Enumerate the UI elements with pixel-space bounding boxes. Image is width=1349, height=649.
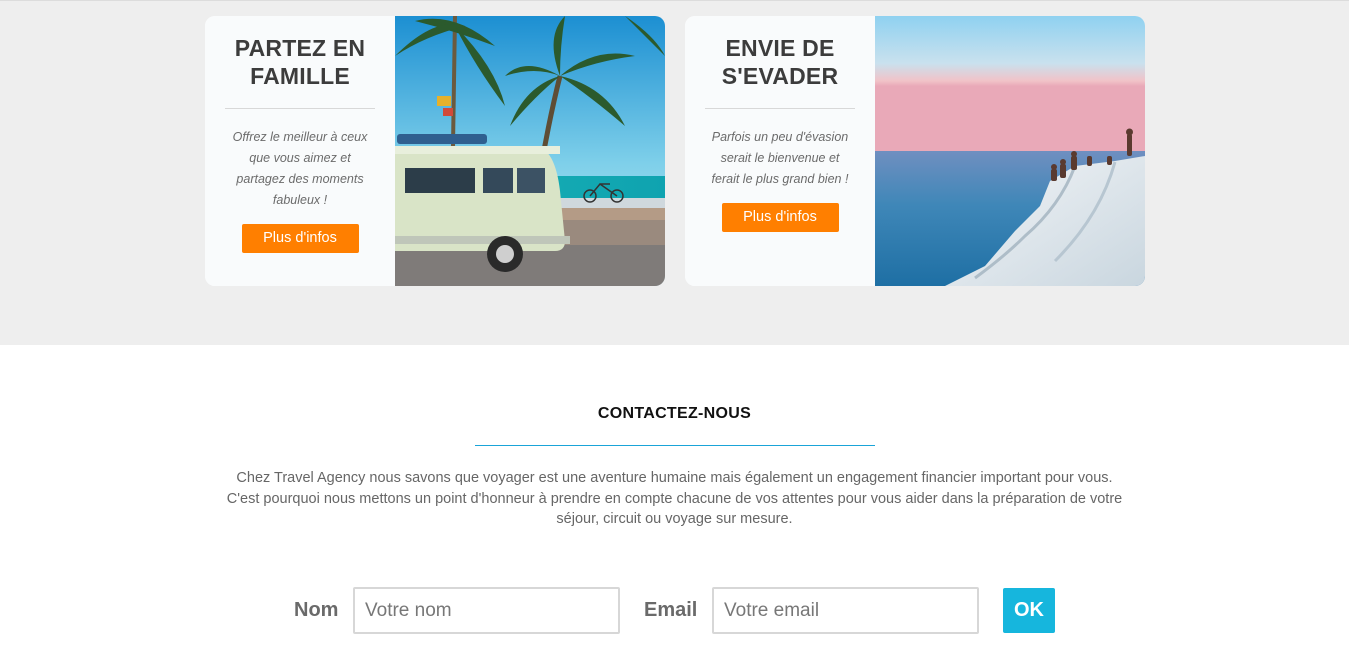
- sea-cliff-photo: [875, 16, 1145, 286]
- email-input[interactable]: [712, 587, 979, 634]
- card-desc-line: ferait le plus grand bien !: [711, 172, 849, 186]
- card-desc-line: partagez des moments: [236, 172, 364, 186]
- beach-van-photo: [395, 16, 665, 286]
- card-desc-line: que vous aimez et: [249, 151, 351, 165]
- card-escape: ENVIE DE S'EVADER Parfois un peu d'évasi…: [685, 16, 1145, 286]
- card-title: ENVIE DE S'EVADER: [705, 34, 855, 90]
- submit-button[interactable]: OK: [1003, 588, 1055, 633]
- promo-band: PARTEZ EN FAMILLE Offrez le meilleur à c…: [0, 0, 1349, 345]
- name-input[interactable]: [353, 587, 620, 634]
- card-desc-line: Parfois un peu d'évasion: [711, 130, 849, 144]
- card-title-line: PARTEZ EN: [234, 35, 366, 61]
- card-text-panel: PARTEZ EN FAMILLE Offrez le meilleur à c…: [205, 16, 395, 286]
- card-text-panel: ENVIE DE S'EVADER Parfois un peu d'évasi…: [685, 16, 875, 286]
- card-description: Parfois un peu d'évasion serait le bienv…: [705, 127, 855, 190]
- card-title-line: ENVIE DE: [725, 35, 835, 61]
- contact-text-line: Chez Travel Agency nous savons que voyag…: [236, 470, 1113, 486]
- card-desc-line: Offrez le meilleur à ceux: [232, 130, 368, 144]
- card-title-line: FAMILLE: [250, 63, 350, 89]
- contact-divider: [475, 445, 875, 446]
- card-title: PARTEZ EN FAMILLE: [225, 34, 375, 90]
- card-desc-line: serait le bienvenue et: [720, 151, 840, 165]
- contact-text-line: C'est pourquoi nous mettons un point d'h…: [226, 490, 1123, 507]
- more-info-button[interactable]: Plus d'infos: [721, 203, 839, 232]
- contact-form: Nom Email OK: [0, 587, 1349, 635]
- name-label: Nom: [294, 599, 339, 621]
- card-description: Offrez le meilleur à ceux que vous aimez…: [225, 127, 375, 211]
- email-label: Email: [644, 599, 698, 621]
- card-divider: [705, 108, 855, 109]
- contact-title: CONTACTEZ-NOUS: [597, 405, 752, 422]
- contact-text-line: séjour, circuit ou voyage sur mesure.: [556, 511, 793, 527]
- card-divider: [225, 108, 375, 109]
- card-title-line: S'EVADER: [721, 63, 839, 89]
- card-desc-line: fabuleux !: [272, 193, 328, 207]
- contact-section: CONTACTEZ-NOUS Chez Travel Agency nous s…: [0, 345, 1349, 649]
- contact-description: Chez Travel Agency nous savons que voyag…: [195, 468, 1154, 530]
- card-family: PARTEZ EN FAMILLE Offrez le meilleur à c…: [205, 16, 665, 286]
- more-info-button[interactable]: Plus d'infos: [241, 224, 359, 253]
